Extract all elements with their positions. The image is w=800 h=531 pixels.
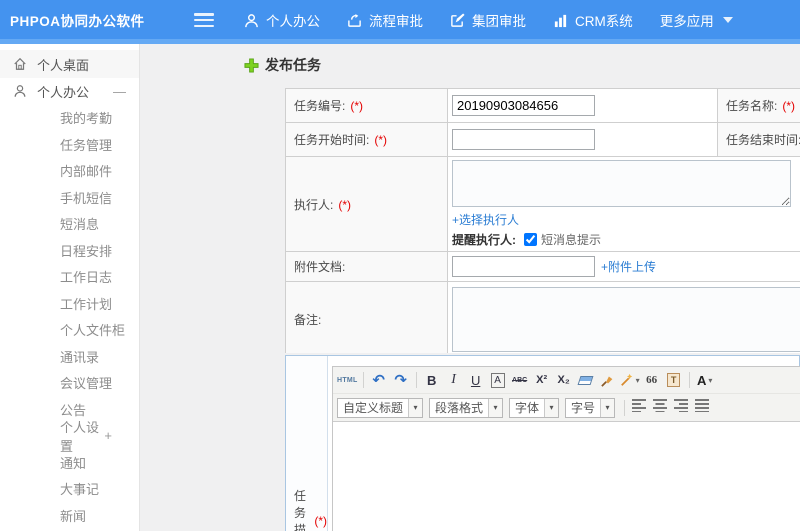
sidebar-item-notice[interactable]: 通知 <box>0 449 139 476</box>
workflow-icon <box>347 13 362 28</box>
format-brush-icon[interactable] <box>598 370 618 390</box>
sidebar-item-my-attendance[interactable]: 我的考勤 <box>0 105 139 132</box>
remove-format-button[interactable]: A <box>490 372 505 388</box>
page-title-row: 发布任务 <box>244 55 321 75</box>
start-time-input[interactable] <box>452 129 595 150</box>
strikethrough-button[interactable]: ABC <box>510 370 530 390</box>
sidebar-item-personal-office[interactable]: 个人办公 — <box>0 78 139 105</box>
app-header: PHPOA协同办公软件 个人办公 流程审批 集团审批 CRM系统 更多应用 <box>0 0 800 44</box>
remark-textarea[interactable] <box>452 287 800 352</box>
sidebar-item-address-book[interactable]: 通讯录 <box>0 343 139 370</box>
sidebar-item-personal-desktop[interactable]: 个人桌面 <box>0 50 139 78</box>
attachment-label-cell: 附件文档: <box>285 251 448 282</box>
align-justify-icon[interactable] <box>695 398 710 417</box>
required-mark: (*) <box>338 197 352 212</box>
undo-icon[interactable]: ↶ <box>369 370 389 390</box>
sms-remind-label: 短消息提示 <box>541 233 602 247</box>
paste-from-word-icon[interactable]: T <box>664 370 684 390</box>
choose-executor-link[interactable]: +选择执行人 <box>452 211 800 228</box>
nav-workflow-approval[interactable]: 流程审批 <box>347 10 423 30</box>
sidebar-item-news[interactable]: 新闻 <box>0 502 139 529</box>
custom-heading-dropdown[interactable]: 自定义标题 ▾ <box>337 397 424 418</box>
redo-icon[interactable]: ↷ <box>391 370 411 390</box>
superscript-button[interactable]: X² <box>532 370 552 390</box>
remark-label-cell: 备注: <box>285 281 448 353</box>
user-icon <box>244 13 259 28</box>
user-icon <box>12 83 28 99</box>
executor-textarea[interactable] <box>452 160 791 207</box>
nav-personal-office[interactable]: 个人办公 <box>244 10 320 30</box>
sidebar-item-personal-settings[interactable]: 个人设置 + <box>0 420 139 454</box>
italic-button[interactable]: I <box>444 370 464 390</box>
description-label-cell: 任务描述:(*) <box>286 356 328 531</box>
attachment-upload-link[interactable]: +附件上传 <box>601 260 656 274</box>
main-content: 发布任务 任务编号:(*) 任务名称:(*) 任务开始时间:(*) <box>140 44 800 531</box>
editor-toolbar-row-2: 自定义标题 ▾ 段落格式 ▾ 字体 ▾ 字号 ▾ <box>333 394 800 421</box>
sidebar-item-short-message[interactable]: 短消息 <box>0 211 139 238</box>
caret-down-icon: ▾ <box>708 375 713 385</box>
sidebar-item-memorabilia[interactable]: 大事记 <box>0 476 139 503</box>
home-icon <box>12 56 28 72</box>
subscript-button[interactable]: X₂ <box>554 370 574 390</box>
attachment-input[interactable] <box>452 256 595 277</box>
required-mark: (*) <box>782 99 796 113</box>
page-title: 发布任务 <box>265 57 321 73</box>
task-number-label-cell: 任务编号: (*) <box>285 88 448 123</box>
sidebar-item-schedule[interactable]: 日程安排 <box>0 237 139 264</box>
align-left-icon[interactable] <box>632 398 647 417</box>
sidebar-item-work-plan[interactable]: 工作计划 <box>0 290 139 317</box>
nav-more-apps[interactable]: 更多应用 <box>660 10 733 30</box>
sidebar: 个人桌面 个人办公 — 我的考勤 任务管理 内部邮件 手机短信 短消息 日程安排… <box>0 44 140 531</box>
nav-group-approval[interactable]: 集团审批 <box>450 10 526 30</box>
sidebar-item-task-management[interactable]: 任务管理 <box>0 131 139 158</box>
task-number-input[interactable] <box>452 95 595 116</box>
font-family-dropdown[interactable]: 字体 ▾ <box>509 397 560 418</box>
sidebar-item-mobile-sms[interactable]: 手机短信 <box>0 184 139 211</box>
font-color-button[interactable]: A ▾ <box>695 370 715 390</box>
editor-toolbar-row-1: HTML ↶ ↷ B I U A ABC X² X₂ ▾ 66 T A ▾ <box>333 367 800 394</box>
align-center-icon[interactable] <box>653 398 668 417</box>
end-time-label-cell: 任务结束时间:(*) <box>717 122 800 157</box>
executor-label-cell: 执行人: (*) <box>285 156 448 252</box>
sidebar-item-internal-mail[interactable]: 内部邮件 <box>0 158 139 185</box>
hamburger-menu-icon[interactable] <box>194 13 214 27</box>
app-logo: PHPOA协同办公软件 <box>10 14 145 29</box>
top-navigation: 个人办公 流程审批 集团审批 CRM系统 更多应用 <box>244 10 733 30</box>
paragraph-format-dropdown[interactable]: 段落格式 ▾ <box>429 397 504 418</box>
nav-crm-system[interactable]: CRM系统 <box>553 10 633 30</box>
html-source-button[interactable]: HTML <box>337 370 358 390</box>
task-description-section: 任务描述:(*) HTML ↶ ↷ B I U A ABC X² X₂ <box>285 355 800 531</box>
remind-executor-row: 提醒执行人: 短消息提示 <box>452 231 800 248</box>
start-time-label-cell: 任务开始时间: (*) <box>285 122 448 157</box>
remind-executor-label: 提醒执行人: <box>452 233 516 247</box>
sms-remind-checkbox[interactable] <box>524 233 537 246</box>
bold-button[interactable]: B <box>422 370 442 390</box>
underline-button[interactable]: U <box>466 370 486 390</box>
caret-down-icon: ▾ <box>635 375 640 385</box>
task-name-label-cell: 任务名称: (*) <box>717 88 800 123</box>
sidebar-item-personal-file-cabinet[interactable]: 个人文件柜 <box>0 317 139 344</box>
caret-down-icon <box>722 17 733 23</box>
eraser-icon[interactable] <box>576 370 596 390</box>
rich-text-editor: HTML ↶ ↷ B I U A ABC X² X₂ ▾ 66 T A ▾ 自定… <box>332 366 800 531</box>
task-form: 任务编号:(*) 任务名称:(*) 任务开始时间:(*) 任务结束时间:(*) <box>285 88 800 353</box>
expand-plus-icon[interactable]: + <box>104 428 112 443</box>
align-right-icon[interactable] <box>674 398 689 417</box>
plus-icon <box>244 57 259 73</box>
magic-wand-icon[interactable]: ▾ <box>620 370 640 390</box>
collapse-minus-icon[interactable]: — <box>113 84 126 99</box>
editor-content-area[interactable] <box>333 421 800 531</box>
edit-square-icon <box>450 12 465 28</box>
font-size-dropdown[interactable]: 字号 ▾ <box>565 397 616 418</box>
blockquote-button[interactable]: 66 <box>642 370 662 390</box>
sidebar-item-meeting-management[interactable]: 会议管理 <box>0 370 139 397</box>
required-mark: (*) <box>314 514 327 528</box>
required-mark: (*) <box>350 99 364 113</box>
sidebar-item-work-log[interactable]: 工作日志 <box>0 264 139 291</box>
required-mark: (*) <box>374 133 388 147</box>
bar-chart-icon <box>553 13 568 28</box>
